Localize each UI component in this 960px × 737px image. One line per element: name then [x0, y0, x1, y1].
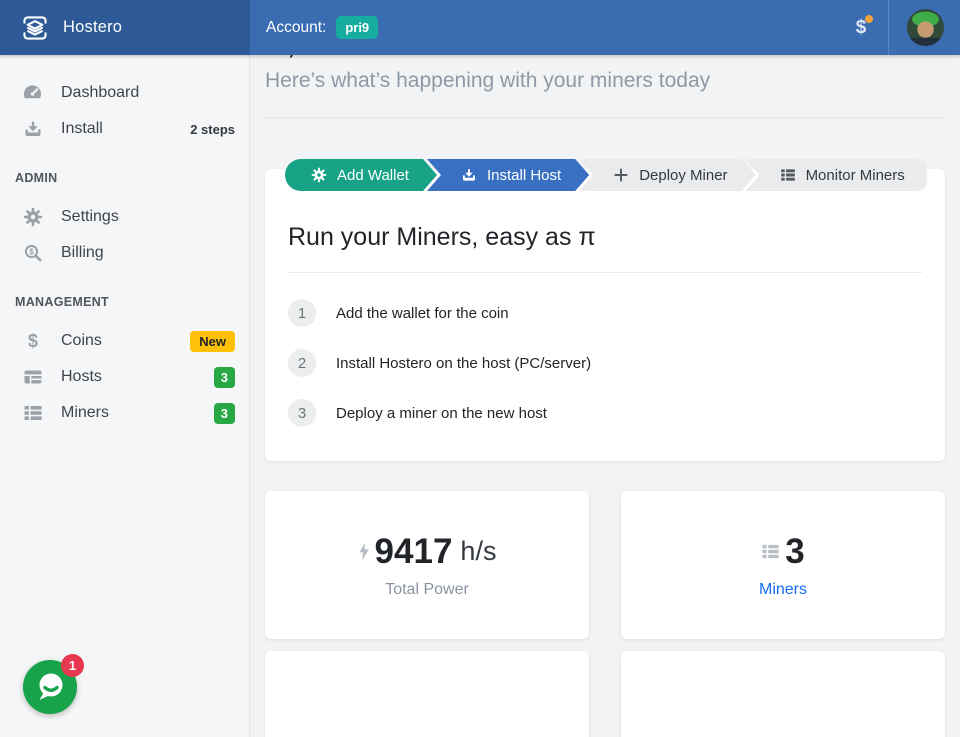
total-power-unit: h/s: [460, 536, 496, 567]
stats-row-2: [265, 639, 945, 737]
billing-search-dollar-icon: $: [22, 243, 43, 264]
sidebar-item-hosts[interactable]: Hosts 3: [0, 359, 249, 395]
wizard-steps: Add Wallet Install Host: [285, 159, 927, 191]
miners-count-value: 3: [785, 532, 804, 572]
stat-card-partial-right: [621, 651, 945, 737]
wizard-step-install-host[interactable]: Install Host: [427, 159, 589, 191]
wizard-step-deploy-miner[interactable]: Deploy Miner: [579, 159, 755, 191]
total-power-value: 9417: [375, 532, 453, 572]
notification-dot: [865, 15, 873, 23]
onboarding-section: Add Wallet Install Host: [265, 169, 945, 461]
sidebar-item-billing[interactable]: $ Billing: [0, 235, 249, 271]
header-divider: [265, 117, 945, 118]
chat-launcher-button[interactable]: 1: [23, 660, 77, 714]
download-icon: [461, 167, 477, 183]
account-badge[interactable]: pri9: [336, 16, 378, 39]
topbar-right: Account: pri9 $: [250, 0, 960, 55]
account-label: Account:: [266, 19, 326, 37]
onboarding-card: Run your Miners, easy as π 1 Add the wal…: [265, 169, 945, 461]
sidebar-label: Hosts: [61, 368, 102, 386]
stats-row: 9417 h/s Total Power 3 Miners: [265, 491, 945, 639]
step-number: 1: [288, 299, 316, 327]
hosts-count-badge: 3: [214, 367, 235, 388]
hosts-table-icon: [22, 367, 43, 388]
sidebar-label: Coins: [61, 332, 102, 350]
wizard-step-monitor-miners[interactable]: Monitor Miners: [746, 159, 927, 191]
sidebar-item-dashboard[interactable]: Dashboard: [0, 75, 249, 111]
main-content: Hi, Ionut Moraru Here’s what’s happening…: [250, 0, 960, 737]
sidebar-section-management: MANAGEMENT: [0, 295, 249, 309]
total-power-card: 9417 h/s Total Power: [265, 491, 589, 639]
onboarding-divider: [288, 272, 922, 273]
wizard-step-label: Deploy Miner: [639, 167, 727, 184]
step-text: Add the wallet for the coin: [336, 305, 509, 322]
wizard-step-label: Monitor Miners: [806, 167, 905, 184]
sidebar-item-install[interactable]: Install 2 steps: [0, 111, 249, 147]
step-text: Deploy a miner on the new host: [336, 405, 547, 422]
sidebar-section-admin: ADMIN: [0, 171, 249, 185]
sidebar-label: Billing: [61, 244, 104, 262]
plus-icon: [613, 167, 629, 183]
page-subtitle: Here’s what’s happening with your miners…: [265, 69, 945, 93]
miners-grid-icon: [22, 403, 43, 424]
sidebar-label: Miners: [61, 404, 109, 422]
topbar: Hostero Account: pri9 $: [0, 0, 960, 55]
onboarding-step-3: 3 Deploy a miner on the new host: [288, 399, 922, 427]
miners-value-row: 3: [761, 532, 804, 572]
miners-count-badge: 3: [214, 403, 235, 424]
wallet-gear-icon: [311, 167, 327, 183]
miners-count-card: 3 Miners: [621, 491, 945, 639]
onboarding-step-2: 2 Install Hostero on the host (PC/server…: [288, 349, 922, 377]
total-power-value-row: 9417 h/s: [358, 532, 497, 572]
coins-new-badge: New: [190, 331, 235, 352]
step-number: 2: [288, 349, 316, 377]
coins-dollar-icon: $: [22, 331, 43, 352]
onboarding-step-1: 1 Add the wallet for the coin: [288, 299, 922, 327]
step-number: 3: [288, 399, 316, 427]
sidebar-item-coins[interactable]: $ Coins New: [0, 323, 249, 359]
install-steps-note: 2 steps: [190, 122, 235, 137]
sidebar-label: Install: [61, 120, 103, 138]
total-power-label: Total Power: [385, 581, 469, 599]
svg-text:$: $: [29, 247, 34, 256]
step-text: Install Hostero on the host (PC/server): [336, 355, 591, 372]
earnings-button[interactable]: $: [846, 13, 876, 43]
miners-link[interactable]: Miners: [759, 581, 807, 599]
brand-area[interactable]: Hostero: [0, 0, 250, 55]
miners-grid-icon: [761, 542, 780, 561]
sidebar-label: Settings: [61, 208, 119, 226]
miners-grid-icon: [780, 167, 796, 183]
sidebar-item-miners[interactable]: Miners 3: [0, 395, 249, 431]
dashboard-gauge-icon: [22, 83, 43, 104]
sidebar-item-settings[interactable]: Settings: [0, 199, 249, 235]
lightning-bolt-icon: [358, 542, 370, 561]
wizard-step-label: Add Wallet: [337, 167, 409, 184]
svg-text:$: $: [27, 331, 37, 351]
gear-icon: [22, 207, 43, 228]
wizard-step-label: Install Host: [487, 167, 561, 184]
download-icon: [22, 119, 43, 140]
sidebar: Dashboard Install 2 steps ADMIN: [0, 55, 250, 737]
brand-name: Hostero: [63, 18, 122, 37]
avatar[interactable]: [907, 9, 944, 46]
stat-card-partial-left: [265, 651, 589, 737]
topbar-divider: [888, 0, 889, 55]
hostero-logo-icon: [16, 9, 54, 47]
onboarding-title: Run your Miners, easy as π: [288, 223, 922, 252]
chat-unread-badge: 1: [61, 654, 84, 677]
wizard-step-add-wallet[interactable]: Add Wallet: [285, 159, 437, 191]
sidebar-label: Dashboard: [61, 84, 139, 102]
